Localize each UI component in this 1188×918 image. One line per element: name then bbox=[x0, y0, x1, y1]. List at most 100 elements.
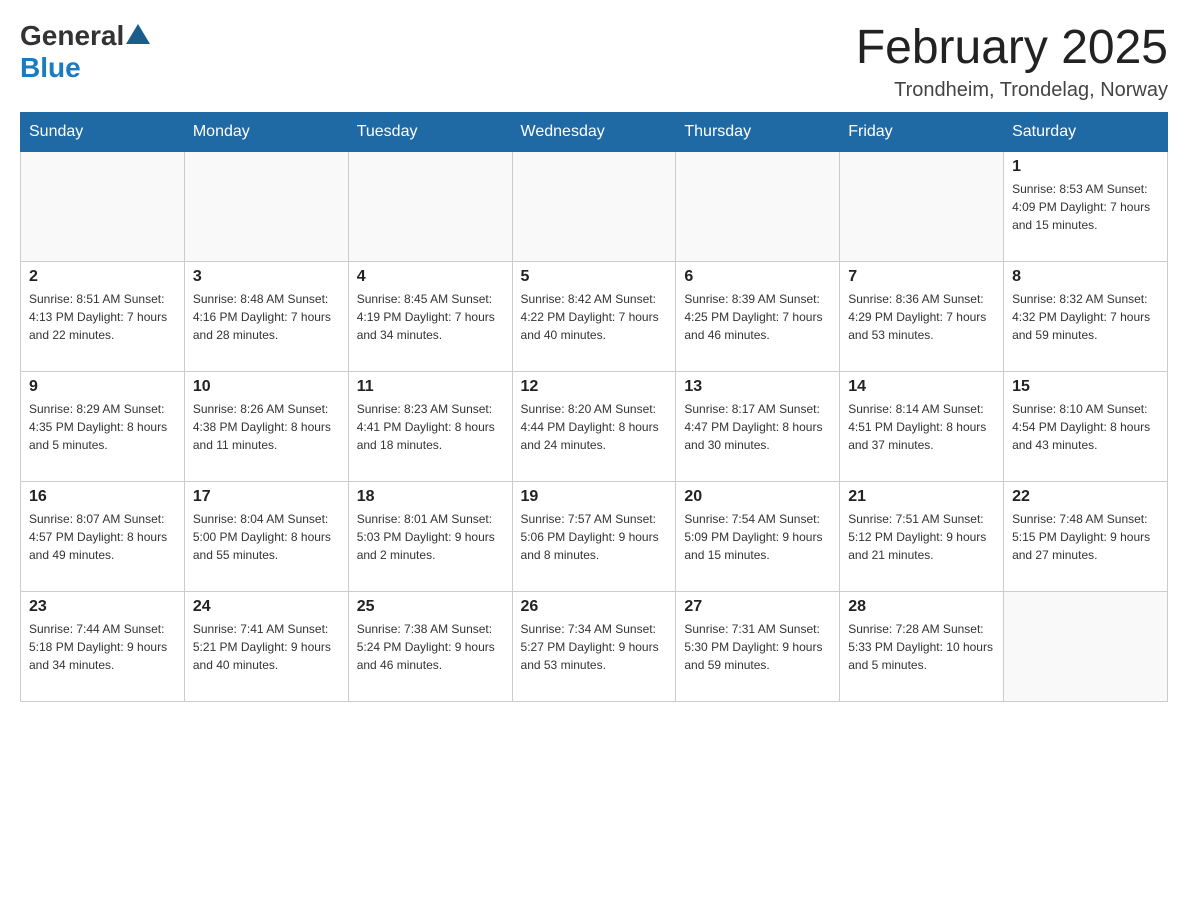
header-sunday: Sunday bbox=[21, 113, 185, 152]
calendar-cell-w4-d7: 22Sunrise: 7:48 AM Sunset: 5:15 PM Dayli… bbox=[1004, 482, 1168, 592]
day-number: 16 bbox=[29, 488, 176, 506]
day-number: 20 bbox=[684, 488, 831, 506]
logo-general-text: General bbox=[20, 20, 124, 52]
day-info: Sunrise: 8:42 AM Sunset: 4:22 PM Dayligh… bbox=[521, 290, 668, 344]
day-number: 27 bbox=[684, 598, 831, 616]
calendar-cell-w4-d5: 20 Sunrise: 7:54 AM Sunset: 5:09 PM Dayli… bbox=[676, 482, 840, 592]
calendar-cell-w5-d5: 27 Sunrise: 7:31 AM Sunset: 5:30 PM Dayli… bbox=[676, 592, 840, 702]
day-info: Sunrise: 8:26 AM Sunset: 4:38 PM Dayligh… bbox=[193, 400, 340, 454]
day-info: Sunrise: 7:54 AM Sunset: 5:09 PM Dayligh… bbox=[684, 510, 831, 564]
calendar-cell-w5-d2: 24 Sunrise: 7:41 AM Sunset: 5:21 PM Dayli… bbox=[184, 592, 348, 702]
day-number: 6 bbox=[684, 268, 831, 286]
page-header: General Blue February 2025 Trondheim, Tr… bbox=[20, 20, 1168, 102]
calendar-cell-w5-d6: 28 Sunrise: 7:28 AM Sunset: 5:33 PM Dayli… bbox=[840, 592, 1004, 702]
logo-triangle-icon bbox=[126, 24, 150, 44]
day-number: 1 bbox=[1012, 158, 1159, 176]
calendar-cell-w2-d4: 5 Sunrise: 8:42 AM Sunset: 4:22 PM Daylig… bbox=[512, 262, 676, 372]
calendar-cell-w4-d2: 17Sunrise: 8:04 AM Sunset: 5:00 PM Dayli… bbox=[184, 482, 348, 592]
calendar-cell-w4-d3: 18Sunrise: 8:01 AM Sunset: 5:03 PM Dayli… bbox=[348, 482, 512, 592]
calendar-week-1: 1 Sunrise: 8:53 AM Sunset: 4:09 PM Daylig… bbox=[21, 152, 1168, 262]
day-number: 18 bbox=[357, 488, 504, 506]
month-title: February 2025 bbox=[856, 20, 1168, 75]
header-wednesday: Wednesday bbox=[512, 113, 676, 152]
calendar-cell-w1-d4 bbox=[512, 152, 676, 262]
day-number: 9 bbox=[29, 378, 176, 396]
day-info: Sunrise: 8:36 AM Sunset: 4:29 PM Dayligh… bbox=[848, 290, 995, 344]
day-number: 7 bbox=[848, 268, 995, 286]
header-friday: Friday bbox=[840, 113, 1004, 152]
day-number: 24 bbox=[193, 598, 340, 616]
day-info: Sunrise: 8:39 AM Sunset: 4:25 PM Dayligh… bbox=[684, 290, 831, 344]
calendar-cell-w3-d5: 13Sunrise: 8:17 AM Sunset: 4:47 PM Dayli… bbox=[676, 372, 840, 482]
calendar-week-3: 9 Sunrise: 8:29 AM Sunset: 4:35 PM Daylig… bbox=[21, 372, 1168, 482]
day-info: Sunrise: 8:10 AM Sunset: 4:54 PM Dayligh… bbox=[1012, 400, 1159, 454]
day-info: Sunrise: 8:17 AM Sunset: 4:47 PM Dayligh… bbox=[684, 400, 831, 454]
calendar-cell-w1-d5 bbox=[676, 152, 840, 262]
calendar-cell-w2-d2: 3 Sunrise: 8:48 AM Sunset: 4:16 PM Daylig… bbox=[184, 262, 348, 372]
day-info: Sunrise: 8:07 AM Sunset: 4:57 PM Dayligh… bbox=[29, 510, 176, 564]
header-thursday: Thursday bbox=[676, 113, 840, 152]
calendar-cell-w2-d6: 7 Sunrise: 8:36 AM Sunset: 4:29 PM Daylig… bbox=[840, 262, 1004, 372]
calendar-cell-w2-d5: 6 Sunrise: 8:39 AM Sunset: 4:25 PM Daylig… bbox=[676, 262, 840, 372]
calendar-table: SundayMondayTuesdayWednesdayThursdayFrid… bbox=[20, 112, 1168, 702]
day-number: 19 bbox=[521, 488, 668, 506]
day-number: 26 bbox=[521, 598, 668, 616]
calendar-cell-w1-d7: 1 Sunrise: 8:53 AM Sunset: 4:09 PM Daylig… bbox=[1004, 152, 1168, 262]
calendar-cell-w1-d3 bbox=[348, 152, 512, 262]
day-info: Sunrise: 8:23 AM Sunset: 4:41 PM Dayligh… bbox=[357, 400, 504, 454]
day-info: Sunrise: 7:44 AM Sunset: 5:18 PM Dayligh… bbox=[29, 620, 176, 674]
day-info: Sunrise: 7:31 AM Sunset: 5:30 PM Dayligh… bbox=[684, 620, 831, 674]
day-number: 5 bbox=[521, 268, 668, 286]
logo-blue-text: Blue bbox=[20, 52, 81, 83]
header-monday: Monday bbox=[184, 113, 348, 152]
day-info: Sunrise: 8:51 AM Sunset: 4:13 PM Dayligh… bbox=[29, 290, 176, 344]
calendar-cell-w3-d7: 15 Sunrise: 8:10 AM Sunset: 4:54 PM Dayli… bbox=[1004, 372, 1168, 482]
location: Trondheim, Trondelag, Norway bbox=[856, 79, 1168, 102]
day-info: Sunrise: 8:29 AM Sunset: 4:35 PM Dayligh… bbox=[29, 400, 176, 454]
calendar-header-row: SundayMondayTuesdayWednesdayThursdayFrid… bbox=[21, 113, 1168, 152]
day-number: 23 bbox=[29, 598, 176, 616]
day-info: Sunrise: 8:32 AM Sunset: 4:32 PM Dayligh… bbox=[1012, 290, 1159, 344]
day-info: Sunrise: 8:20 AM Sunset: 4:44 PM Dayligh… bbox=[521, 400, 668, 454]
header-saturday: Saturday bbox=[1004, 113, 1168, 152]
day-info: Sunrise: 7:34 AM Sunset: 5:27 PM Dayligh… bbox=[521, 620, 668, 674]
day-number: 4 bbox=[357, 268, 504, 286]
day-info: Sunrise: 7:57 AM Sunset: 5:06 PM Dayligh… bbox=[521, 510, 668, 564]
day-number: 21 bbox=[848, 488, 995, 506]
day-number: 14 bbox=[848, 378, 995, 396]
day-info: Sunrise: 8:45 AM Sunset: 4:19 PM Dayligh… bbox=[357, 290, 504, 344]
calendar-cell-w3-d4: 12 Sunrise: 8:20 AM Sunset: 4:44 PM Dayli… bbox=[512, 372, 676, 482]
calendar-cell-w2-d7: 8Sunrise: 8:32 AM Sunset: 4:32 PM Daylig… bbox=[1004, 262, 1168, 372]
calendar-cell-w5-d7 bbox=[1004, 592, 1168, 702]
calendar-cell-w1-d6 bbox=[840, 152, 1004, 262]
day-info: Sunrise: 8:53 AM Sunset: 4:09 PM Dayligh… bbox=[1012, 180, 1159, 234]
day-info: Sunrise: 8:48 AM Sunset: 4:16 PM Dayligh… bbox=[193, 290, 340, 344]
calendar-cell-w1-d1 bbox=[21, 152, 185, 262]
day-number: 28 bbox=[848, 598, 995, 616]
calendar-cell-w2-d3: 4 Sunrise: 8:45 AM Sunset: 4:19 PM Daylig… bbox=[348, 262, 512, 372]
day-info: Sunrise: 7:28 AM Sunset: 5:33 PM Dayligh… bbox=[848, 620, 995, 674]
day-number: 15 bbox=[1012, 378, 1159, 396]
calendar-cell-w3-d2: 10 Sunrise: 8:26 AM Sunset: 4:38 PM Dayli… bbox=[184, 372, 348, 482]
day-info: Sunrise: 8:04 AM Sunset: 5:00 PM Dayligh… bbox=[193, 510, 340, 564]
calendar-cell-w3-d6: 14Sunrise: 8:14 AM Sunset: 4:51 PM Dayli… bbox=[840, 372, 1004, 482]
calendar-cell-w2-d1: 2 Sunrise: 8:51 AM Sunset: 4:13 PM Daylig… bbox=[21, 262, 185, 372]
calendar-week-2: 2 Sunrise: 8:51 AM Sunset: 4:13 PM Daylig… bbox=[21, 262, 1168, 372]
day-info: Sunrise: 7:41 AM Sunset: 5:21 PM Dayligh… bbox=[193, 620, 340, 674]
day-info: Sunrise: 7:48 AM Sunset: 5:15 PM Dayligh… bbox=[1012, 510, 1159, 564]
day-number: 3 bbox=[193, 268, 340, 286]
day-number: 25 bbox=[357, 598, 504, 616]
calendar-cell-w3-d1: 9 Sunrise: 8:29 AM Sunset: 4:35 PM Daylig… bbox=[21, 372, 185, 482]
day-number: 12 bbox=[521, 378, 668, 396]
calendar-cell-w4-d6: 21Sunrise: 7:51 AM Sunset: 5:12 PM Dayli… bbox=[840, 482, 1004, 592]
day-number: 2 bbox=[29, 268, 176, 286]
calendar-week-5: 23 Sunrise: 7:44 AM Sunset: 5:18 PM Dayli… bbox=[21, 592, 1168, 702]
calendar-cell-w3-d3: 11Sunrise: 8:23 AM Sunset: 4:41 PM Dayli… bbox=[348, 372, 512, 482]
day-number: 10 bbox=[193, 378, 340, 396]
calendar-cell-w4-d1: 16 Sunrise: 8:07 AM Sunset: 4:57 PM Dayli… bbox=[21, 482, 185, 592]
calendar-cell-w5-d4: 26 Sunrise: 7:34 AM Sunset: 5:27 PM Dayli… bbox=[512, 592, 676, 702]
calendar-cell-w4-d4: 19 Sunrise: 7:57 AM Sunset: 5:06 PM Dayli… bbox=[512, 482, 676, 592]
calendar-cell-w5-d3: 25Sunrise: 7:38 AM Sunset: 5:24 PM Dayli… bbox=[348, 592, 512, 702]
calendar-week-4: 16 Sunrise: 8:07 AM Sunset: 4:57 PM Dayli… bbox=[21, 482, 1168, 592]
logo: General Blue bbox=[20, 20, 152, 84]
